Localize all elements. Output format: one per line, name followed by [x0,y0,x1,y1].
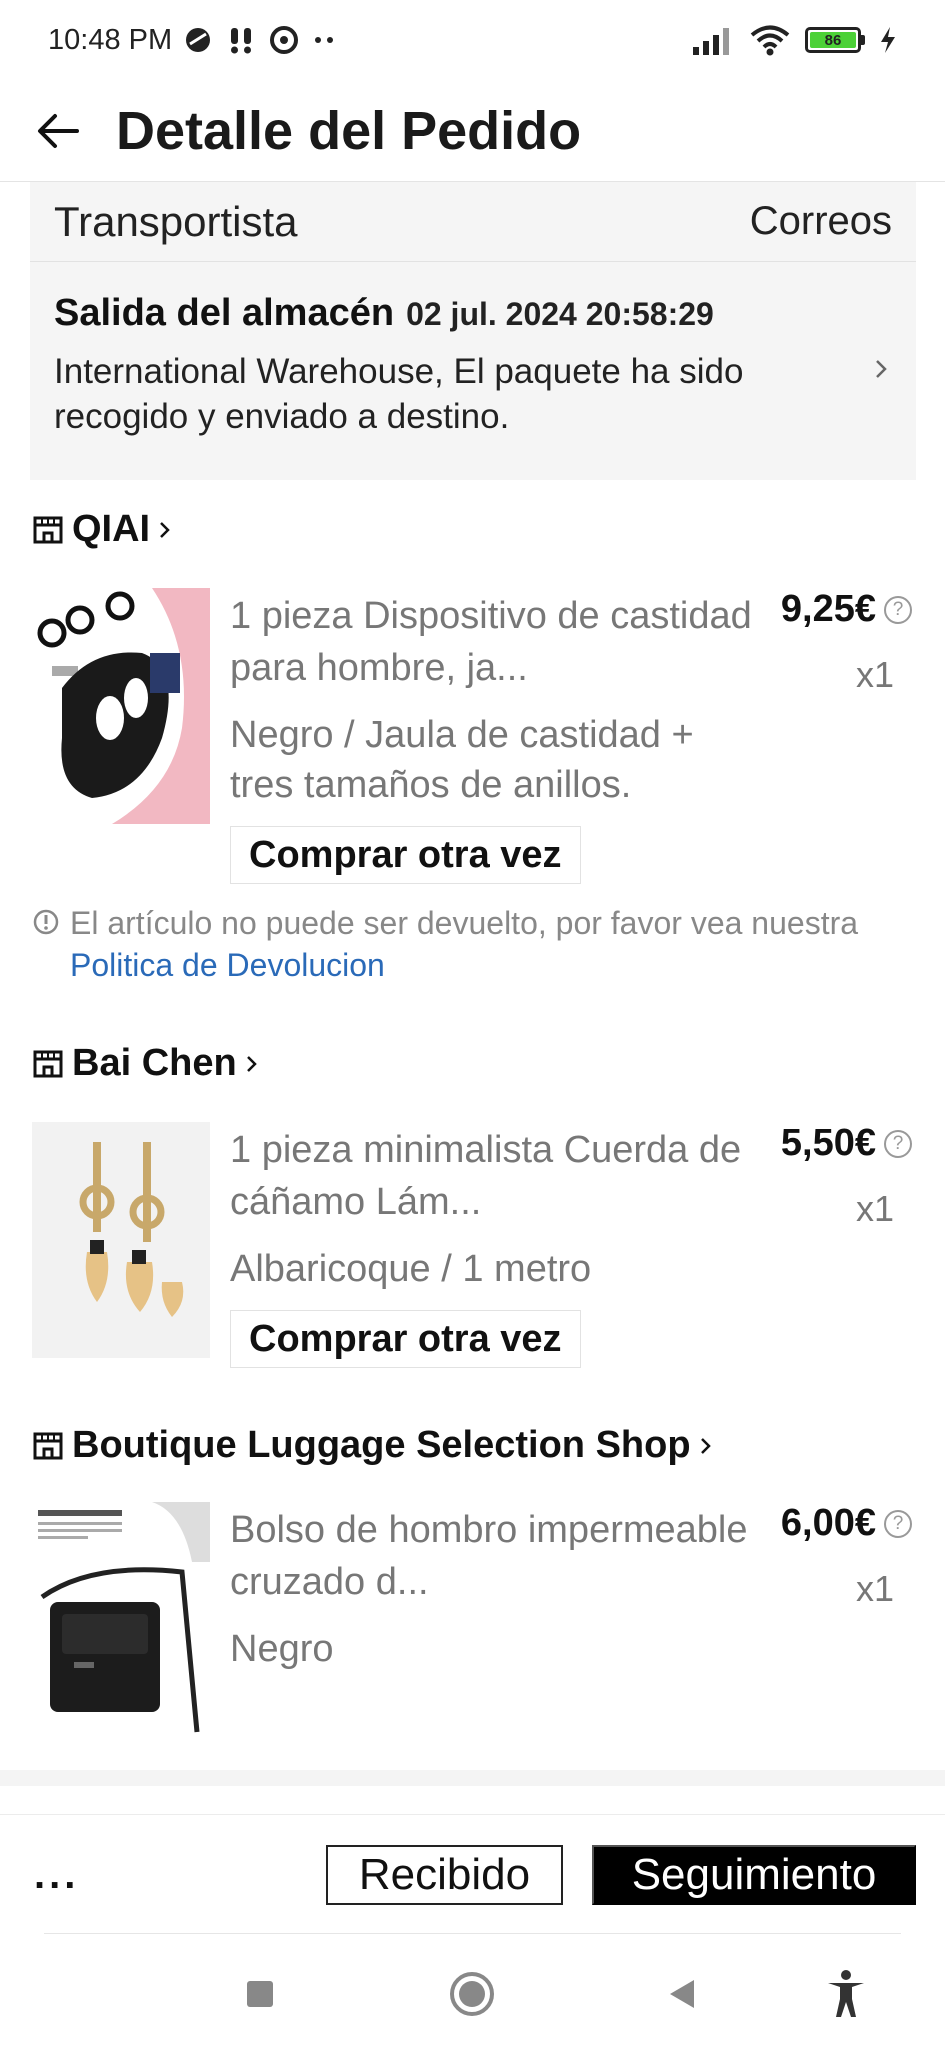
bottom-action-bar: ... Recibido Seguimiento [0,1814,945,1934]
triangle-back-icon [670,1980,694,2008]
signal-icon [693,28,729,55]
info-icon [33,909,59,935]
shop-name: Boutique Luggage Selection Shop [72,1424,691,1466]
back-nav-button[interactable] [652,1964,712,2024]
product-price: 5,50€ [780,1122,876,1164]
status-time: 10:48 PM [48,23,173,56]
return-note-text: El artículo no puede ser devuelto, por f… [70,905,859,941]
store-icon [33,1050,63,1077]
home-button[interactable] [442,1964,502,2024]
product-price: 9,25€ [780,588,876,630]
product-item[interactable]: 1 pieza minimalista Cuerda de cáñamo Lám… [32,1122,912,1372]
home-circle-icon [450,1972,494,2016]
product-image[interactable] [32,1122,210,1358]
product-variant: Negro / Jaula de castidad + tres tamaños… [230,714,694,806]
return-note: El artículo no puede ser devuelto, por f… [32,902,892,986]
event-title: Salida del almacén [54,292,395,334]
return-policy-link[interactable]: Politica de Devolucion [70,947,385,983]
arrow-left-icon [38,113,79,148]
buy-again-button[interactable]: Comprar otra vez [230,826,581,884]
product-item[interactable]: Bolso de hombro impermeable cruzado d...… [32,1502,912,1742]
shop-header-bai-chen[interactable]: Bai Chen [32,1042,259,1085]
question-icon[interactable]: ? [884,1129,912,1158]
carrier-label: Transportista [54,197,298,245]
product-quantity: x1 [855,1188,894,1229]
app-header: Detalle del Pedido [0,80,945,182]
event-description: International Warehouse, El paquete ha s… [54,352,744,436]
product-item[interactable]: 1 pieza Dispositivo de castidad para hom… [32,588,912,888]
recents-button[interactable] [230,1964,290,2024]
received-button[interactable]: Recibido [326,1845,563,1905]
carrier-value: Correos [749,199,892,243]
store-icon [33,516,63,543]
shop-name: Bai Chen [72,1042,237,1084]
product-image[interactable] [32,1502,210,1738]
chevron-right-icon [876,360,887,378]
battery-level: 86 [810,32,856,49]
product-quantity: x1 [855,654,894,695]
more-notifications-icon [315,37,334,43]
page-title: Detalle del Pedido [116,100,582,161]
tracking-button[interactable]: Seguimiento [592,1845,916,1905]
product-price: 6,00€ [780,1502,876,1544]
product-quantity: x1 [855,1568,894,1609]
product-title: 1 pieza Dispositivo de castidad para hom… [230,595,752,689]
alert-icon [231,28,252,54]
chrome-icon [270,26,299,54]
battery-icon: 86 [805,27,865,53]
product-image[interactable] [32,588,210,824]
accessibility-icon [828,1970,864,2017]
product-variant: Negro [230,1628,334,1670]
back-button[interactable] [28,101,88,161]
chevron-right-icon [246,1055,257,1072]
store-icon [33,1432,63,1459]
tracking-card: Transportista Correos Salida del almacén… [30,182,916,480]
product-variant: Albaricoque / 1 metro [230,1248,592,1290]
section-divider [0,1770,945,1786]
chevron-right-icon [700,1437,711,1454]
question-icon[interactable]: ? [884,595,912,624]
event-time: 02 jul. 2024 20:58:29 [406,296,714,332]
product-title: Bolso de hombro impermeable cruzado d... [230,1509,748,1603]
question-icon[interactable]: ? [884,1509,912,1538]
accessibility-button[interactable] [816,1964,876,2024]
tracking-event[interactable]: Salida del almacén 02 jul. 2024 20:58:29… [30,262,916,439]
shop-header-boutique-luggage[interactable]: Boutique Luggage Selection Shop [32,1424,713,1467]
product-title: 1 pieza minimalista Cuerda de cáñamo Lám… [230,1129,742,1223]
charging-icon [881,27,895,53]
status-bar: 10:48 PM 86 [0,0,945,80]
chevron-right-icon [160,521,170,538]
system-navigation-bar [0,1934,945,2048]
carrier-row: Transportista Correos [30,182,916,262]
buy-again-button[interactable]: Comprar otra vez [230,1310,581,1368]
wifi-icon [750,25,790,56]
notification-app-icon [186,28,211,52]
more-options-button[interactable]: ... [34,1853,79,1898]
shop-header-qiai[interactable]: QIAI [32,508,172,551]
square-icon [247,1981,273,2007]
shop-name: QIAI [72,508,151,550]
